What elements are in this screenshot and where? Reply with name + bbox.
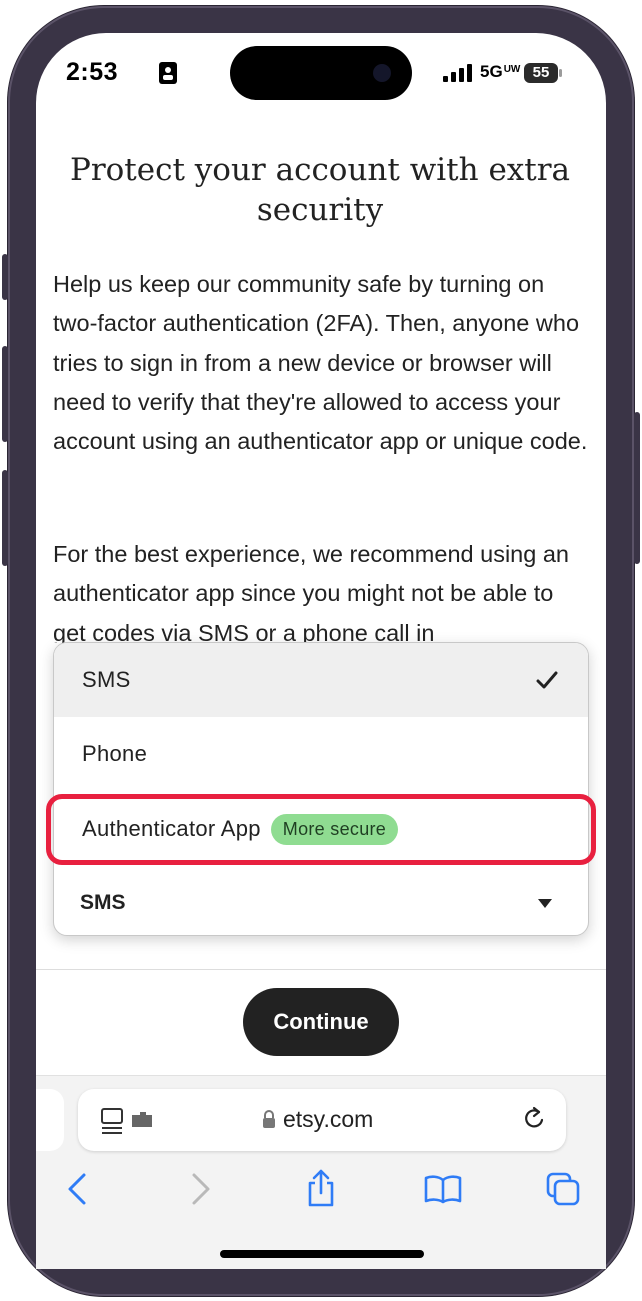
option-sms-label: SMS bbox=[82, 667, 131, 692]
contact-card-icon bbox=[159, 62, 177, 84]
recommendation-paragraph: For the best experience, we recommend us… bbox=[53, 541, 569, 643]
back-icon[interactable] bbox=[66, 1172, 88, 1206]
page-menu-icon[interactable] bbox=[100, 1107, 158, 1135]
reload-icon[interactable] bbox=[522, 1106, 546, 1132]
home-indicator bbox=[220, 1250, 424, 1258]
divider bbox=[36, 969, 606, 970]
option-phone-label: Phone bbox=[82, 741, 148, 766]
network-sup: UW bbox=[503, 64, 521, 75]
status-time: 2:53 bbox=[66, 58, 119, 86]
action-button bbox=[2, 254, 8, 300]
volume-up-button bbox=[2, 346, 8, 442]
cellular-signal-icon bbox=[443, 64, 472, 82]
previous-tab-preview[interactable] bbox=[36, 1089, 64, 1151]
checkmark-icon bbox=[536, 671, 558, 689]
caret-down-icon bbox=[538, 899, 552, 908]
continue-button[interactable]: Continue bbox=[243, 988, 399, 1056]
verification-method-dropdown[interactable]: SMS Phone Authenticator App More secure … bbox=[53, 642, 589, 936]
tabs-icon[interactable] bbox=[546, 1172, 580, 1206]
intro-paragraph: Help us keep our community safe by turni… bbox=[53, 271, 588, 455]
page-title: Protect your account with extra security bbox=[69, 152, 571, 228]
battery-icon: 55 bbox=[524, 63, 558, 83]
volume-down-button bbox=[2, 470, 8, 566]
option-sms[interactable]: SMS bbox=[54, 643, 588, 717]
battery-tip bbox=[559, 69, 562, 77]
power-button bbox=[634, 412, 640, 564]
method-select-value: SMS bbox=[80, 891, 126, 914]
share-icon[interactable] bbox=[306, 1168, 336, 1208]
network-indicator: 5GUW bbox=[480, 62, 521, 82]
bookmarks-icon[interactable] bbox=[424, 1174, 462, 1204]
forward-icon[interactable] bbox=[190, 1172, 212, 1206]
option-phone[interactable]: Phone bbox=[54, 717, 588, 791]
camera-icon bbox=[373, 64, 391, 82]
highlight-annotation bbox=[46, 794, 596, 865]
url-text[interactable]: etsy.com bbox=[283, 1106, 373, 1133]
method-select[interactable]: SMS bbox=[54, 869, 588, 935]
lock-icon bbox=[263, 1110, 275, 1128]
network-type: 5G bbox=[480, 62, 503, 81]
